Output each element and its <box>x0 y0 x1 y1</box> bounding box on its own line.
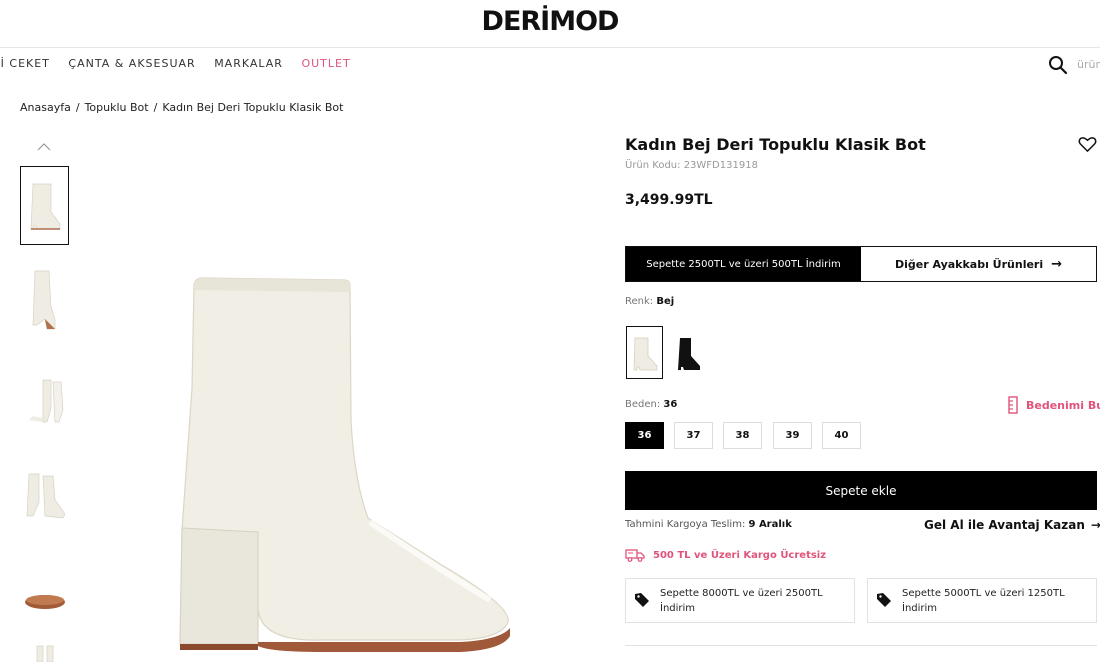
delivery-date: 9 Aralık <box>748 519 792 530</box>
color-value: Bej <box>656 296 675 307</box>
size-option-37[interactable]: 37 <box>674 422 713 449</box>
breadcrumb: Anasayfa / Topuklu Bot / Kadın Bej Deri Topu… <box>20 101 343 114</box>
other-products-link[interactable]: Diğer Ayakkabı Ürünleri → <box>861 247 1096 281</box>
coupon-text-1: Sepette 8000TL ve üzeri 2500TL İndirim <box>660 588 823 614</box>
coupon-text-2: Sepette 5000TL ve üzeri 1250TL İndirim <box>902 588 1065 614</box>
nav-item-canta-aksesuar[interactable]: ÇANTA & AKSESUAR <box>68 57 195 70</box>
thumbnail-3[interactable] <box>20 358 69 437</box>
color-swatch-siyah[interactable] <box>668 326 705 379</box>
boot-thumb-icon <box>36 645 53 662</box>
size-option-40[interactable]: 40 <box>822 422 861 449</box>
arrow-right-icon: → <box>1051 256 1063 272</box>
nav-item-markalar[interactable]: MARKALAR <box>214 57 283 70</box>
discount-banner[interactable]: Sepette 2500TL ve üzeri 500TL İndirim <box>626 247 861 281</box>
size-guide-link[interactable]: Bedenimi Bul <box>1008 396 1100 414</box>
free-shipping-info: 500 TL ve Üzeri Kargo Ücretsiz <box>625 548 826 562</box>
nav-item-ceket[interactable]: Rİ CEKET <box>0 57 50 70</box>
truck-icon <box>625 549 645 562</box>
chevron-up-icon[interactable] <box>37 140 51 154</box>
boot-back-icon <box>26 473 65 518</box>
thumbnail-5[interactable] <box>20 560 69 639</box>
add-to-cart-button[interactable]: Sepete ekle <box>625 471 1097 510</box>
breadcrumb-home[interactable]: Anasayfa <box>20 101 71 114</box>
boot-bej-icon <box>633 337 657 370</box>
site-header: DERİMOD <box>0 0 1100 48</box>
ruler-icon <box>1008 396 1018 414</box>
color-swatch-bej[interactable] <box>626 326 663 379</box>
click-collect-label: Gel Al ile Avantaj Kazan <box>924 518 1085 532</box>
product-price: 3,499.99TL <box>625 192 713 208</box>
coupon-card-1[interactable]: Sepette 8000TL ve üzeri 2500TL İndirim <box>625 578 855 623</box>
size-option-39[interactable]: 39 <box>773 422 812 449</box>
search-input[interactable]: ürün <box>1077 58 1100 71</box>
click-collect-link[interactable]: Gel Al ile Avantaj Kazan → <box>924 518 1100 532</box>
boot-sole-icon <box>24 594 65 609</box>
coupon-card-2[interactable]: Sepette 5000TL ve üzeri 1250TL İndirim <box>867 578 1097 623</box>
delivery-info: Tahmini Kargoya Teslim: 9 Aralık <box>625 519 792 530</box>
size-label-text: Beden: <box>625 399 661 410</box>
boot-black-icon <box>677 337 700 370</box>
search-icon[interactable] <box>1048 55 1068 75</box>
breadcrumb-current: Kadın Bej Deri Topuklu Klasik Bot <box>162 101 344 114</box>
product-main-image[interactable] <box>140 270 540 662</box>
product-code: Ürün Kodu: 23WFD131918 <box>625 160 758 171</box>
tag-icon <box>877 593 891 607</box>
boot-pair-icon <box>28 379 63 422</box>
size-label: Beden: 36 <box>625 399 677 410</box>
breadcrumb-separator: / <box>153 101 158 114</box>
other-products-label: Diğer Ayakkabı Ürünleri <box>894 257 1044 271</box>
tag-icon <box>635 593 649 607</box>
delivery-label: Tahmini Kargoya Teslim: <box>625 519 746 530</box>
size-option-36[interactable]: 36 <box>625 422 664 449</box>
boot-front-icon <box>32 270 55 329</box>
thumbnail-2[interactable] <box>20 258 69 337</box>
color-label: Renk: Bej <box>625 296 674 307</box>
size-option-38[interactable]: 38 <box>723 422 762 449</box>
free-shipping-label: 500 TL ve Üzeri Kargo Ücretsiz <box>653 549 827 561</box>
breadcrumb-category[interactable]: Topuklu Bot <box>85 101 149 114</box>
heart-icon[interactable] <box>1078 136 1097 153</box>
boot-side-icon <box>30 183 60 230</box>
size-value: 36 <box>663 399 678 410</box>
thumbnail-6[interactable] <box>20 640 69 662</box>
thumbnail-1[interactable] <box>20 166 69 245</box>
arrow-right-icon: → <box>1090 518 1100 532</box>
product-title: Kadın Bej Deri Topuklu Klasik Bot <box>625 135 926 154</box>
promo-box: Sepette 2500TL ve üzeri 500TL İndirim Di… <box>625 246 1097 282</box>
size-guide-label: Bedenimi Bul <box>1026 398 1100 412</box>
logo[interactable]: DERİMOD <box>0 6 1100 37</box>
thumbnail-4[interactable] <box>20 452 69 531</box>
color-label-text: Renk: <box>625 296 654 307</box>
main-nav: Rİ CEKET ÇANTA & AKSESUAR MARKALAR OUTLE… <box>0 57 365 73</box>
nav-item-outlet[interactable]: OUTLET <box>301 57 350 70</box>
section-divider <box>625 645 1097 646</box>
breadcrumb-separator: / <box>75 101 80 114</box>
